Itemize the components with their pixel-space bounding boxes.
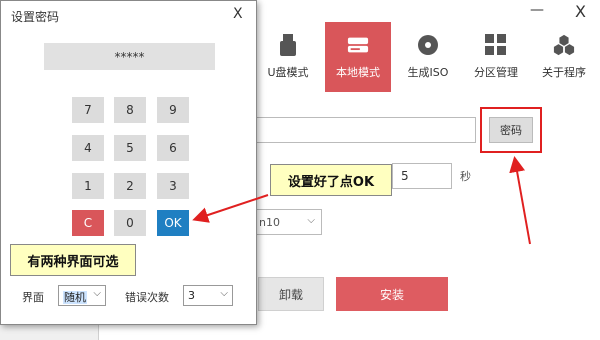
screen: — X U盘模式 本地模式 生成ISO 分区管理 关于程序 密码 5 秒 n10… <box>0 0 600 340</box>
timeout-seconds-input[interactable]: 5 <box>392 163 452 189</box>
interface-select-value: 随机 <box>63 291 87 304</box>
usb-icon <box>277 34 299 56</box>
tab-label: 生成ISO <box>407 66 449 79</box>
dialog-close-button[interactable]: X <box>233 6 243 22</box>
error-count-label: 错误次数 <box>125 291 169 304</box>
key-ok[interactable]: OK <box>157 210 189 236</box>
dialog-title: 设置密码 <box>11 10 60 24</box>
password-button[interactable]: 密码 <box>489 117 533 143</box>
disc-icon <box>417 34 439 56</box>
os-version-select[interactable]: n10 ⌵ <box>256 209 322 235</box>
seconds-unit-label: 秒 <box>460 170 471 183</box>
error-count-select[interactable]: 3 ⌵ <box>183 285 233 306</box>
key-9[interactable]: 9 <box>157 97 189 123</box>
tab-about[interactable]: 关于程序 <box>531 22 597 92</box>
key-3[interactable]: 3 <box>157 173 189 199</box>
hard-drive-icon <box>347 34 369 56</box>
note-two-interfaces: 有两种界面可选 <box>10 244 136 276</box>
partition-grid-icon <box>485 34 507 56</box>
key-4[interactable]: 4 <box>72 135 104 161</box>
os-version-value: n10 <box>259 216 280 229</box>
tab-label: 关于程序 <box>542 66 586 79</box>
install-button[interactable]: 安装 <box>336 277 448 311</box>
key-8[interactable]: 8 <box>114 97 146 123</box>
chevron-down-icon: ⌵ <box>93 288 101 299</box>
tab-label: 分区管理 <box>474 66 518 79</box>
key-clear[interactable]: C <box>72 210 104 236</box>
tab-label: 本地模式 <box>336 66 380 79</box>
note-click-ok: 设置好了点OK <box>270 164 392 196</box>
key-2[interactable]: 2 <box>114 173 146 199</box>
tab-label: U盘模式 <box>267 66 309 79</box>
uninstall-button[interactable]: 卸载 <box>258 277 324 311</box>
tab-make-iso[interactable]: 生成ISO <box>395 22 461 92</box>
interface-select[interactable]: 随机 ⌵ <box>58 285 106 306</box>
interface-label: 界面 <box>22 291 44 304</box>
tab-usb-mode[interactable]: U盘模式 <box>255 22 321 92</box>
hexagons-icon <box>553 34 575 56</box>
close-button[interactable]: X <box>575 2 586 21</box>
key-7[interactable]: 7 <box>72 97 104 123</box>
key-1[interactable]: 1 <box>72 173 104 199</box>
set-password-dialog: 设置密码 X ***** 7 8 9 4 5 6 1 2 3 C 0 OK 界面… <box>0 0 257 325</box>
tab-partition[interactable]: 分区管理 <box>463 22 529 92</box>
chevron-down-icon: ⌵ <box>220 288 228 299</box>
key-6[interactable]: 6 <box>157 135 189 161</box>
minimize-button[interactable]: — <box>530 2 544 18</box>
tab-local-mode[interactable]: 本地模式 <box>325 22 391 92</box>
key-5[interactable]: 5 <box>114 135 146 161</box>
password-display: ***** <box>44 43 215 70</box>
key-0[interactable]: 0 <box>114 210 146 236</box>
chevron-down-icon: ⌵ <box>307 215 315 226</box>
error-count-value: 3 <box>188 289 195 302</box>
password-button-highlight: 密码 <box>480 107 542 153</box>
